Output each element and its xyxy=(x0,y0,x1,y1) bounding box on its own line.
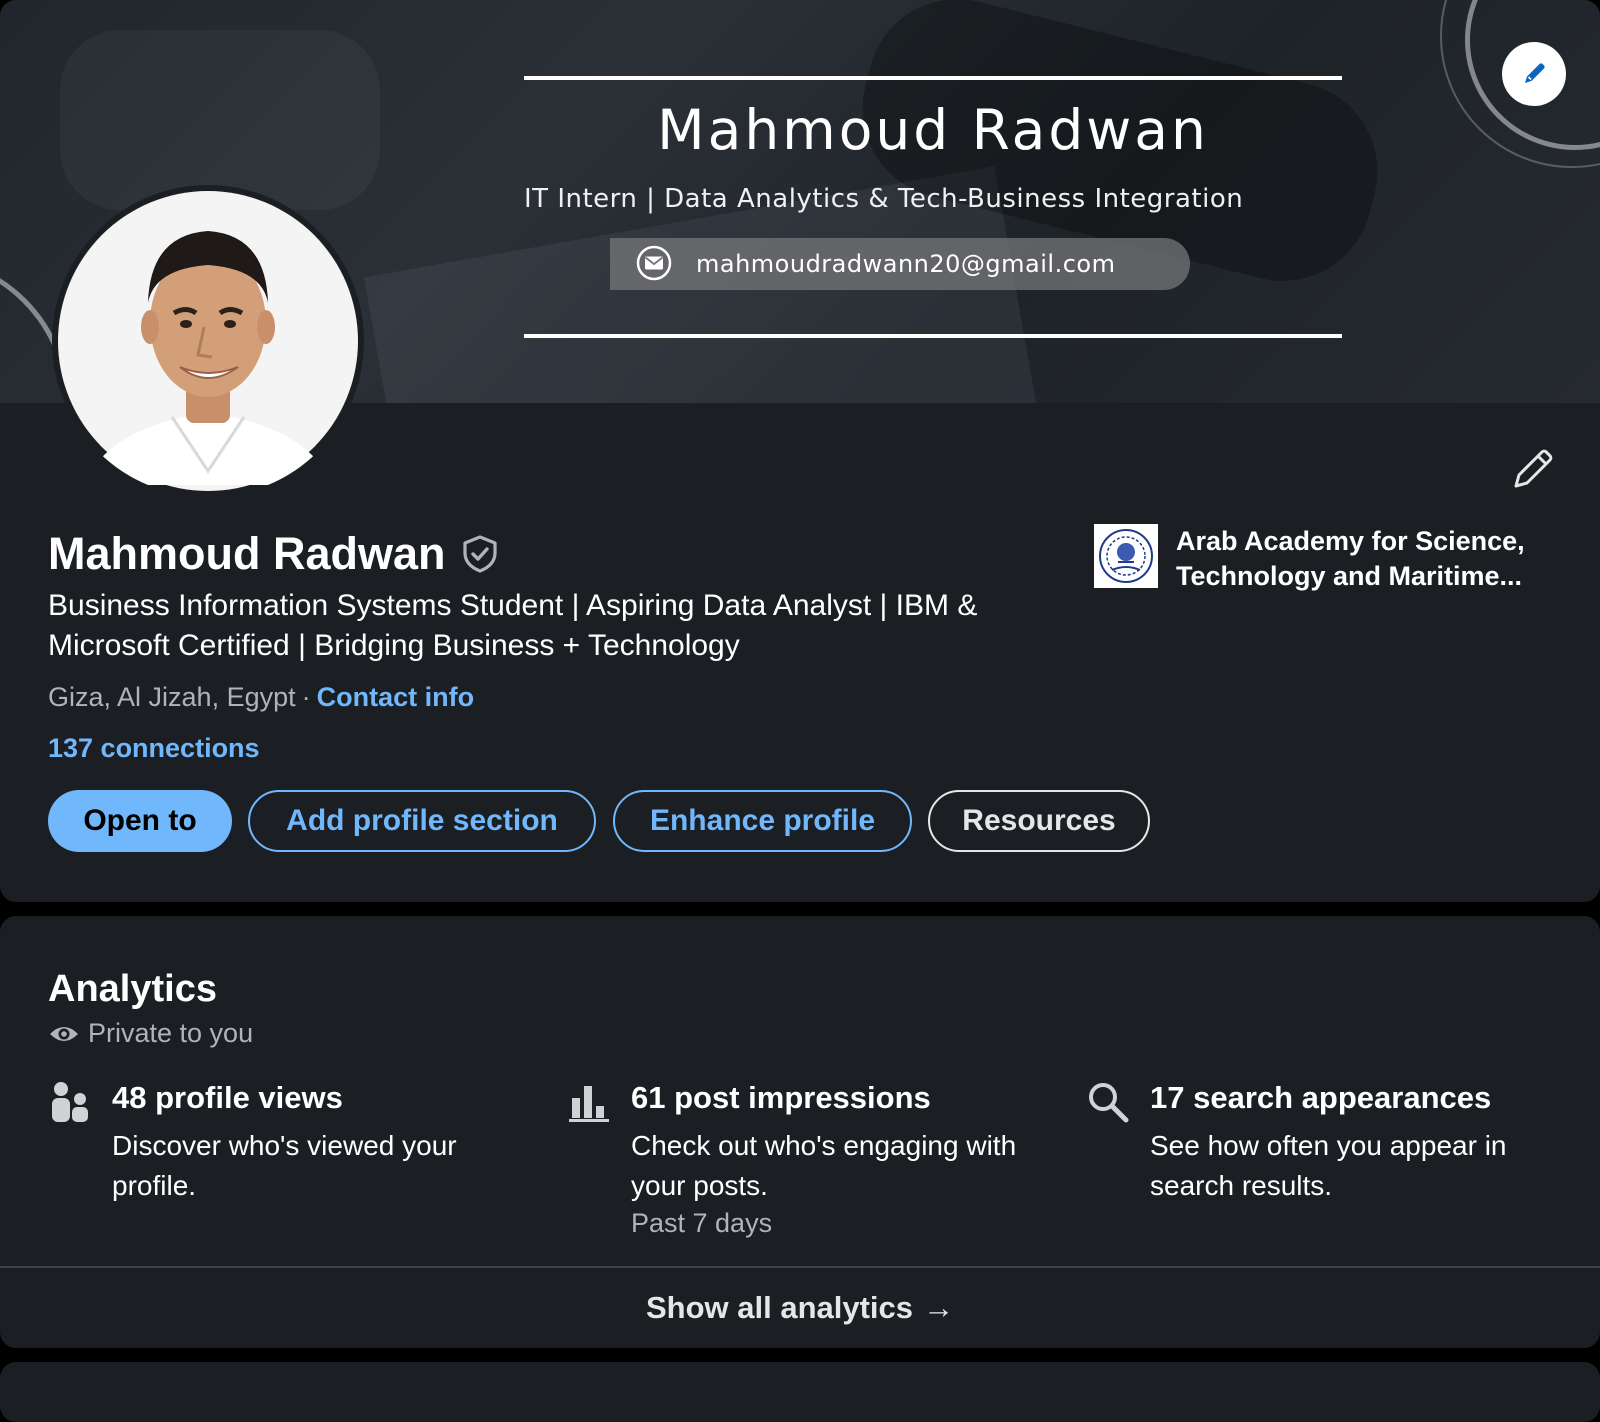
edit-banner-button[interactable] xyxy=(1502,42,1566,106)
show-all-label: Show all analytics xyxy=(645,1290,914,1325)
location-row: Giza, Al Jizah, Egypt · Contact info xyxy=(48,682,474,713)
analytics-title: Analytics xyxy=(48,968,217,1010)
avatar[interactable] xyxy=(52,185,364,497)
search-icon xyxy=(1089,1083,1129,1123)
show-all-analytics-button[interactable]: Show all analytics → xyxy=(0,1268,1600,1348)
private-text: Private to you xyxy=(88,1018,254,1048)
banner-tagline: IT Intern | Data Analytics & Tech-Busine… xyxy=(524,184,1244,214)
add-profile-section-button[interactable]: Add profile section xyxy=(248,790,596,852)
banner-email: mahmoudradwann20@gmail.com xyxy=(696,250,1116,278)
profile-headline: Business Information Systems Student | A… xyxy=(48,589,978,662)
contact-info-link[interactable]: Contact info xyxy=(317,682,474,712)
arrow-right-icon: → xyxy=(923,1290,955,1325)
banner-shade xyxy=(60,30,380,210)
next-section-card xyxy=(0,1362,1600,1422)
banner-divider xyxy=(524,76,1342,80)
name-row: Mahmoud Radwan xyxy=(48,528,500,580)
metric-period: Past 7 days xyxy=(631,1208,773,1238)
analytics-card: Analytics Private to you 48 profile view… xyxy=(0,916,1600,1348)
metric-description: Check out who's engaging with your posts… xyxy=(631,1130,1017,1201)
private-label: Private to you xyxy=(48,1018,253,1049)
profile-name: Mahmoud Radwan xyxy=(48,528,446,579)
school-logo xyxy=(1094,524,1158,588)
metric-title: 17 search appearances xyxy=(1150,1080,1492,1115)
edit-intro-icon[interactable] xyxy=(1510,446,1556,492)
school-name: Arab Academy for Science, Technology and… xyxy=(1176,526,1525,591)
open-to-button[interactable]: Open to xyxy=(48,790,232,852)
profile-card: Mahmoud Radwan IT Intern | Data Analytic… xyxy=(0,0,1600,902)
metric-title: 48 profile views xyxy=(112,1080,343,1115)
eye-icon xyxy=(50,1026,78,1041)
connections-link[interactable]: 137 connections xyxy=(48,733,260,764)
banner-name: Mahmoud Radwan xyxy=(657,98,1209,162)
metric-title: 61 post impressions xyxy=(631,1080,931,1115)
metric-description: Discover who's viewed your profile. xyxy=(112,1130,457,1201)
education-link[interactable]: Arab Academy for Science, Technology and… xyxy=(1094,524,1556,594)
banner-divider xyxy=(524,334,1342,338)
resources-button[interactable]: Resources xyxy=(928,790,1150,852)
people-icon xyxy=(52,1082,88,1122)
mail-icon xyxy=(636,245,672,281)
pencil-icon xyxy=(1525,63,1545,83)
shield-check-icon[interactable] xyxy=(460,534,500,574)
profile-photo xyxy=(58,191,358,491)
separator: · xyxy=(301,682,311,712)
bar-chart-icon xyxy=(569,1086,609,1122)
school-emblem-icon xyxy=(1099,529,1153,583)
enhance-profile-button[interactable]: Enhance profile xyxy=(613,790,912,852)
metric-description: See how often you appear in search resul… xyxy=(1150,1130,1507,1201)
banner-email-pill: mahmoudradwann20@gmail.com xyxy=(610,238,1190,290)
profile-location: Giza, Al Jizah, Egypt xyxy=(48,682,296,712)
